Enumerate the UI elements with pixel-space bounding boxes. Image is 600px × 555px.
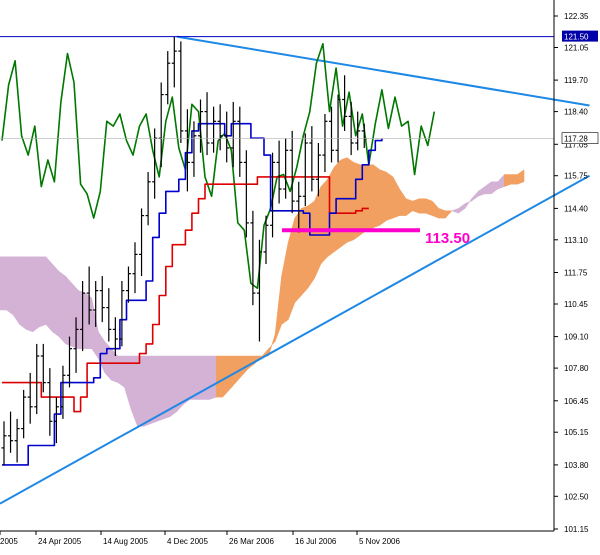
price-tick-label: 111.75 xyxy=(564,269,588,278)
resistance-badge-text: 121.50 xyxy=(564,33,589,42)
cloud-segment xyxy=(209,355,217,400)
price-tick-label: 107.80 xyxy=(564,364,589,373)
date-tick-label: 5 Nov 2006 xyxy=(359,537,400,546)
cloud-segment xyxy=(6,256,14,316)
price-tick-label: 109.10 xyxy=(564,333,589,342)
price-tick-label: 119.70 xyxy=(564,76,588,85)
current-price-badge: 117.28 xyxy=(562,132,598,144)
price-tick-label: 121.05 xyxy=(564,44,589,53)
cloud-segment xyxy=(12,256,20,326)
cloud-segment xyxy=(0,256,7,311)
cloud-segment xyxy=(202,355,210,400)
cloud-segment xyxy=(137,355,145,427)
price-tick-label: 103.80 xyxy=(564,461,589,470)
price-tick-label: 115.75 xyxy=(564,172,588,181)
date-tick-label: 2005 xyxy=(0,537,18,546)
cloud-segment xyxy=(360,164,368,236)
price-tick-label: 102.50 xyxy=(564,492,589,501)
cloud-segment xyxy=(307,200,315,290)
cloud-segment xyxy=(45,256,53,333)
cloud-segment xyxy=(301,205,309,297)
cloud-segment xyxy=(320,178,328,265)
cloud-segment xyxy=(32,256,40,333)
support-label: 113.50 xyxy=(425,230,470,247)
cloud-segment xyxy=(52,263,60,338)
cloud-segment xyxy=(333,159,341,253)
date-tick-label: 24 Apr 2005 xyxy=(38,537,82,546)
cloud-segment xyxy=(183,355,191,405)
cloud-segment xyxy=(84,292,92,349)
cloud-segment xyxy=(19,256,27,330)
cloud-segment xyxy=(504,174,512,187)
cloud-segment xyxy=(215,355,223,398)
cloud-segment xyxy=(65,275,73,347)
cloud-segment xyxy=(71,282,79,350)
cloud-segment xyxy=(379,169,387,226)
price-tick-label: 105.15 xyxy=(564,428,589,437)
date-tick-label: 4 Dec 2005 xyxy=(167,537,208,546)
current-price-badge-text: 117.28 xyxy=(564,135,588,144)
price-tick-label: 113.10 xyxy=(564,236,588,245)
price-tick-label: 106.45 xyxy=(564,397,589,406)
chart-root: 113.50 122.35 121.05 119.70 118.40 117.05 115… xyxy=(0,0,600,550)
price-tick-label: 118.40 xyxy=(564,108,588,117)
cloud-segment xyxy=(150,355,158,425)
cloud-segment xyxy=(510,174,518,185)
ichimoku-chart: 113.50 122.35121.05119.70118.40117.05115… xyxy=(0,0,600,550)
date-tick-label: 26 Mar 2006 xyxy=(229,537,274,546)
date-tick-label: 16 Jul 2006 xyxy=(295,537,337,546)
cloud-segment xyxy=(294,207,302,304)
cloud-segment xyxy=(189,355,197,400)
cloud-segment xyxy=(425,198,433,216)
price-tick-label: 122.35 xyxy=(564,12,589,21)
cloud-segment xyxy=(412,198,420,214)
cloud-segment xyxy=(373,164,381,229)
price-tick-label: 101.15 xyxy=(564,525,589,534)
cloud-segment xyxy=(58,270,66,345)
cloud-segment xyxy=(366,164,374,231)
cloud-segment xyxy=(314,186,322,279)
cloud-segment xyxy=(143,355,151,427)
cloud-segment xyxy=(340,157,348,248)
cloud-segment xyxy=(117,355,125,388)
cloud-segment xyxy=(156,355,165,422)
cloud-segment xyxy=(25,256,34,333)
cloud-segment xyxy=(327,167,335,258)
price-tick-label: 110.45 xyxy=(564,300,588,309)
cloud-segment xyxy=(418,198,427,214)
date-tick-label: 14 Aug 2005 xyxy=(103,537,148,546)
cloud-segment xyxy=(353,162,361,241)
cloud-segment xyxy=(386,171,394,221)
cloud-segment xyxy=(78,290,86,349)
resistance-badge: 121.50 xyxy=(562,30,598,42)
price-tick-label: 114.40 xyxy=(564,204,588,213)
cloud-segment xyxy=(39,256,47,328)
